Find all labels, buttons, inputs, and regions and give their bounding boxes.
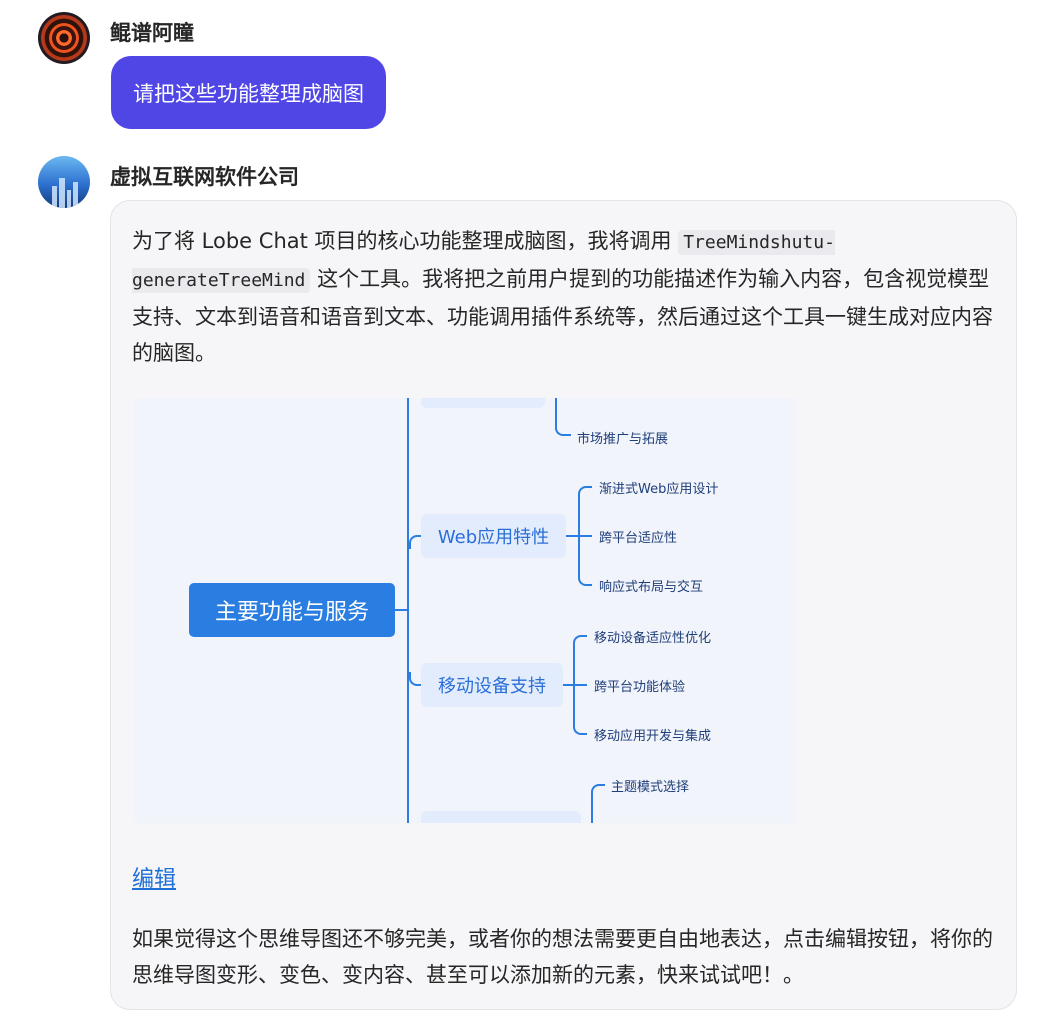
mindmap-spine [407,398,409,823]
mindmap-connector [409,672,421,686]
mindmap-leaf: 响应式布局与交互 [599,580,704,595]
mindmap-branch-node: 移动设备支持 [421,663,563,707]
user-avatar[interactable] [38,12,90,64]
mindmap-root-node: 主要功能与服务 [189,583,395,637]
user-name: 鲲谱阿瞳 [110,21,194,45]
mindmap-leaf: 渐进式Web应用设计 [599,482,719,497]
mindmap-connector [566,535,578,537]
mindmap-leaf: 市场推广与拓展 [577,432,669,447]
mindmap-connector [573,684,587,686]
assistant-avatar[interactable] [38,156,90,208]
mindmap-connector [578,535,592,537]
assistant-outro-text: 如果觉得这个思维导图还不够完美，或者你的想法需要更自由地表达，点击编辑按钮，将你… [132,927,993,987]
mindmap-leaf: 移动设备适应性优化 [594,631,712,646]
mindmap-leaf: 跨平台功能体验 [594,680,686,695]
assistant-name: 虚拟互联网软件公司 [110,165,299,189]
mindmap-connector [555,398,571,436]
chat-thread: 鲲谱阿瞳 请把这些功能整理成脑图 虚拟互联网软件公司 为了将 Lobe Chat… [0,0,1055,1015]
mindmap-branch-top [421,398,545,408]
mindmap-connector [409,535,421,549]
assistant-message-card: 为了将 Lobe Chat 项目的核心功能整理成脑图，我将调用 TreeMind… [110,200,1017,1010]
city-skyline-icon [52,186,57,208]
mindmap-leaf: 跨平台适应性 [599,531,678,546]
city-skyline-icon [73,182,78,208]
mindmap-connector [591,784,605,823]
mindmap-leaf: 移动应用开发与集成 [594,729,712,744]
city-skyline-icon [67,190,71,208]
assistant-intro-text: 为了将 Lobe Chat 项目的核心功能整理成脑图，我将调用 TreeMind… [132,223,1002,371]
city-skyline-icon [59,178,65,208]
edit-mindmap-link[interactable]: 编辑 [132,861,176,893]
mindmap-preview[interactable]: 主要功能与服务 市场推广与拓展 Web应用特性 渐进式Web应用设计 跨平台适应… [133,398,796,823]
mindmap-branch-node: Web应用特性 [421,514,566,558]
mindmap-leaf: 主题模式选择 [611,780,690,795]
intro-text-start: 为了将 Lobe Chat 项目的核心功能整理成脑图，我将调用 [132,229,679,253]
mindmap-root-connector [395,609,407,611]
user-message-bubble: 请把这些功能整理成脑图 [111,56,386,129]
mindmap-branch-bottom [421,811,581,823]
